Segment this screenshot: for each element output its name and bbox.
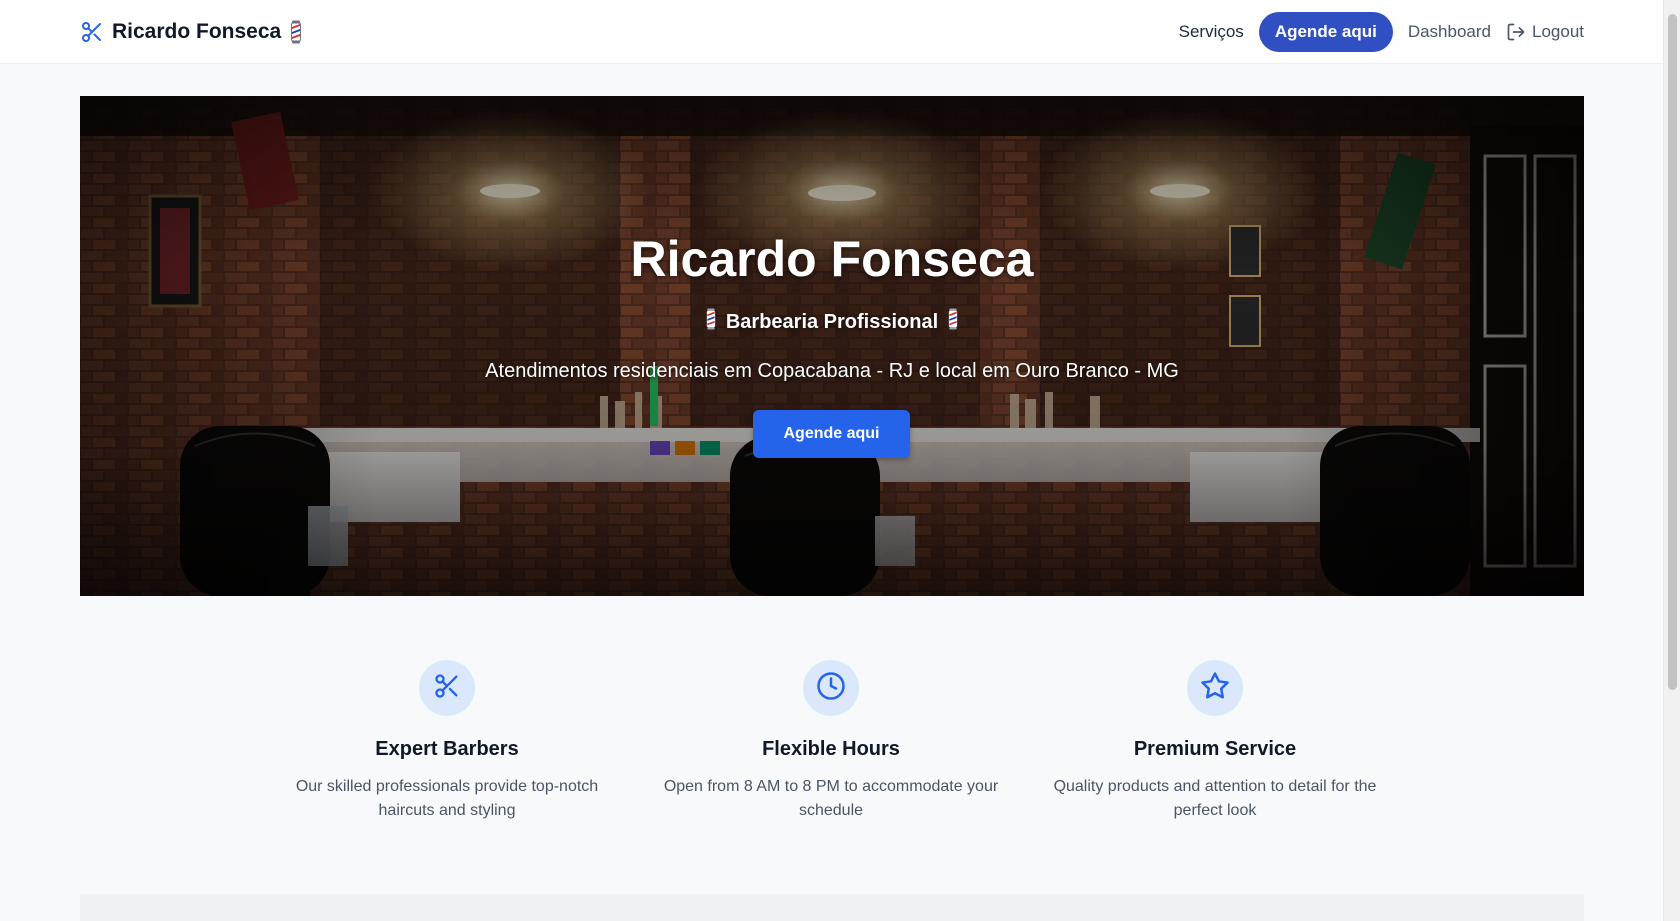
brand-name: Ricardo Fonseca xyxy=(112,20,282,43)
feature-icon-circle xyxy=(419,660,475,716)
scrollbar-thumb[interactable] xyxy=(1668,14,1677,690)
barber-pole-icon xyxy=(289,20,303,44)
barber-pole-icon xyxy=(704,308,718,336)
feature-title: Expert Barbers xyxy=(375,738,519,760)
scissors-icon xyxy=(80,20,104,44)
hero-content: Ricardo Fonseca Barbearia Profissional A… xyxy=(80,96,1584,596)
feature-card-flexible-hours: Flexible Hours Open from 8 AM to 8 PM to… xyxy=(651,660,1011,823)
nav-dashboard-link[interactable]: Dashboard xyxy=(1393,22,1506,42)
hero-subtitle: Barbearia Profissional xyxy=(80,308,1584,336)
logout-button[interactable]: Logout xyxy=(1506,22,1584,42)
hero-title: Ricardo Fonseca xyxy=(630,231,1034,287)
feature-card-expert-barbers: Expert Barbers Our skilled professionals… xyxy=(267,660,627,823)
next-section-edge xyxy=(80,894,1584,921)
navbar: Ricardo Fonseca Serviços Agende aqui Das… xyxy=(0,0,1663,64)
feature-description: Open from 8 AM to 8 PM to accommodate yo… xyxy=(663,778,999,819)
feature-description: Our skilled professionals provide top-no… xyxy=(295,778,599,819)
logout-icon xyxy=(1506,22,1526,42)
nav-links: Serviços Agende aqui Dashboard Logout xyxy=(1164,12,1584,52)
logout-label: Logout xyxy=(1532,22,1584,41)
nav-book-button[interactable]: Agende aqui xyxy=(1258,12,1393,52)
page: Ricardo Fonseca Serviços Agende aqui Das… xyxy=(0,0,1680,921)
star-icon xyxy=(1200,671,1230,706)
feature-icon-circle xyxy=(803,660,859,716)
feature-icon-circle xyxy=(1187,660,1243,716)
hero-section: Ricardo Fonseca Barbearia Profissional A… xyxy=(80,96,1584,596)
barber-pole-icon xyxy=(946,308,960,336)
hero-book-button[interactable]: Agende aqui xyxy=(753,410,910,458)
brand-link[interactable]: Ricardo Fonseca xyxy=(80,18,303,46)
page-scrollbar[interactable] xyxy=(1663,0,1680,921)
clock-icon xyxy=(816,671,846,706)
hero-description: Atendimentos residenciais em Copacabana … xyxy=(485,360,1179,382)
scissors-icon xyxy=(433,672,461,705)
nav-services-link[interactable]: Serviços xyxy=(1164,22,1259,42)
hero-subtitle-text: Barbearia Profissional xyxy=(725,310,939,333)
feature-title: Premium Service xyxy=(1133,738,1297,760)
feature-title: Flexible Hours xyxy=(762,738,900,760)
feature-card-premium-service: Premium Service Quality products and att… xyxy=(1035,660,1395,823)
feature-description: Quality products and attention to detail… xyxy=(1053,778,1377,819)
